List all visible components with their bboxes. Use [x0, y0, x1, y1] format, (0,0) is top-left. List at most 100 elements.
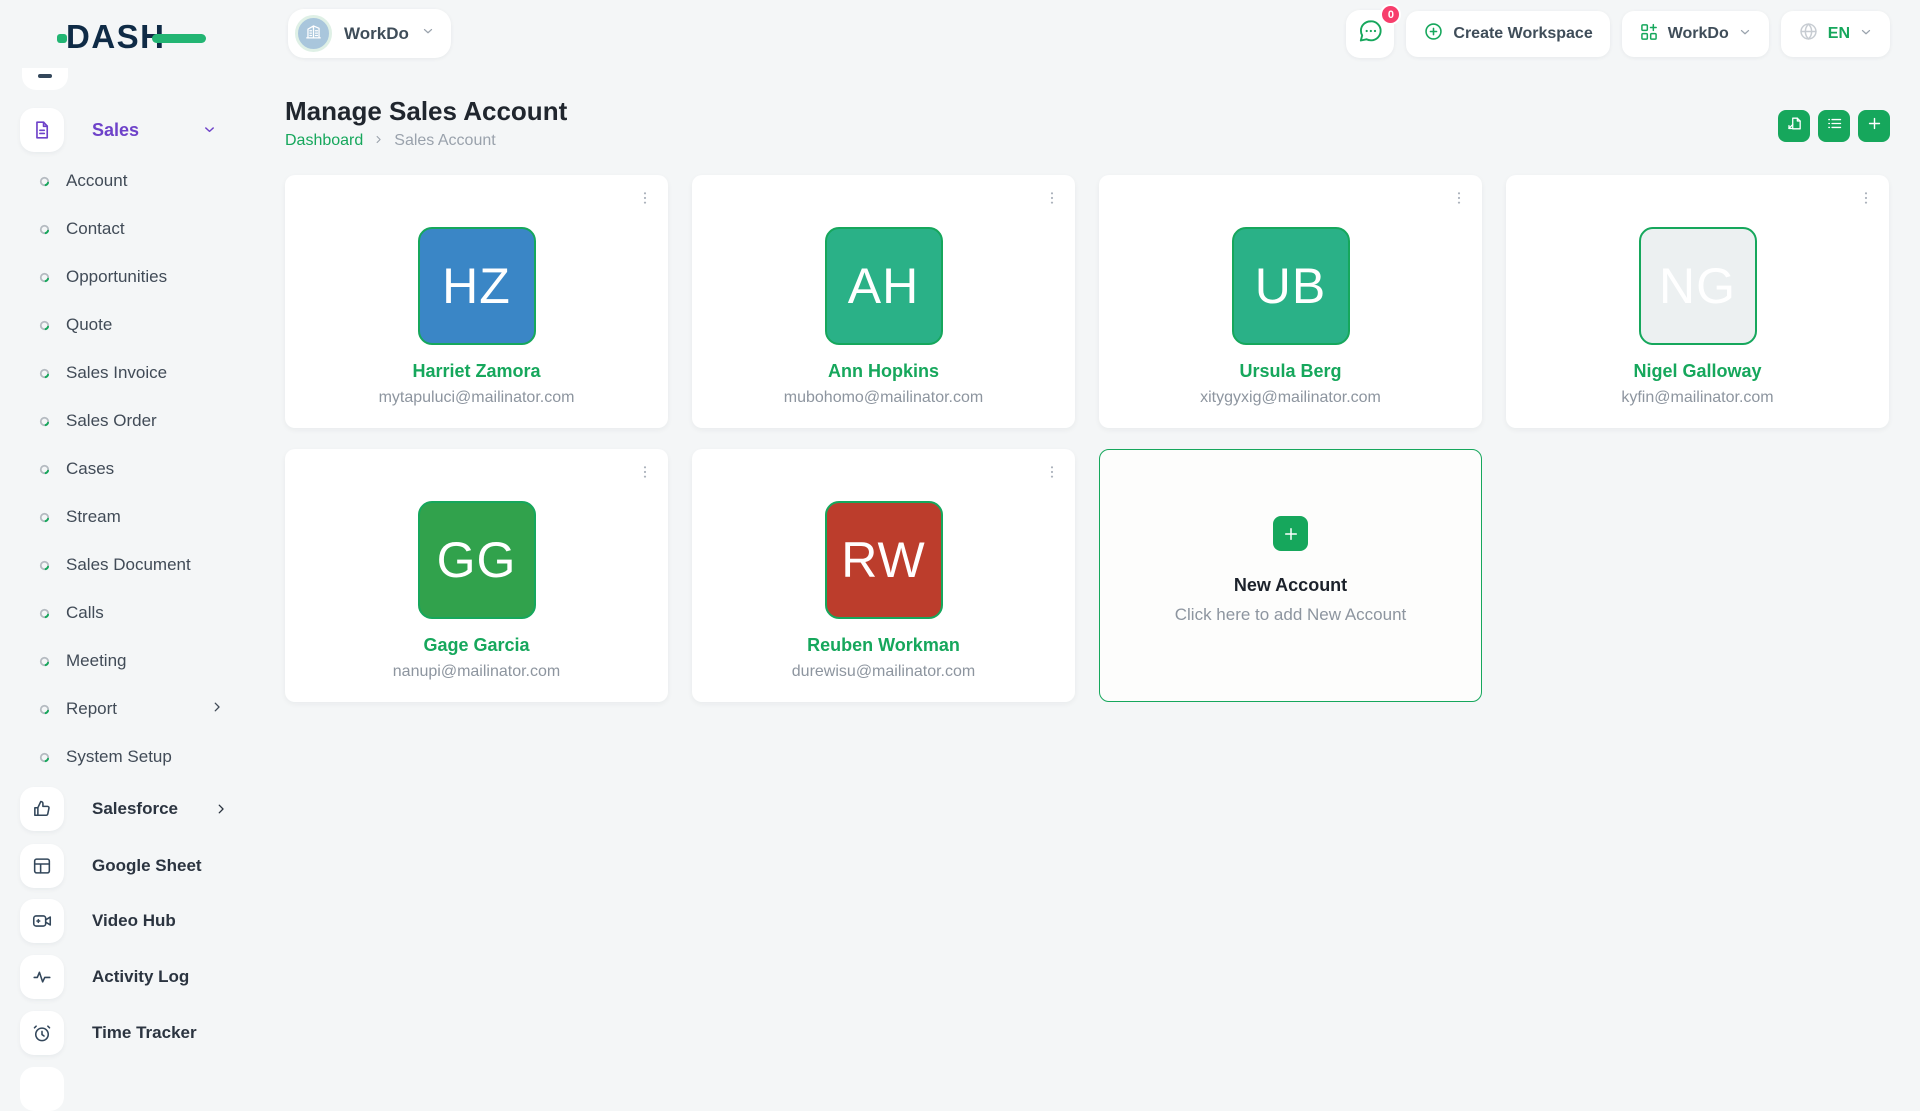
avatar: RW: [825, 501, 943, 619]
sidebar-item-partial: [20, 1067, 64, 1111]
sidebar-item-sales-invoice[interactable]: Sales Invoice: [0, 349, 270, 397]
bullet-icon: [39, 608, 50, 619]
chat-button[interactable]: 0: [1346, 10, 1394, 58]
chevron-right-icon: [214, 802, 228, 821]
chevron-down-icon: [202, 122, 217, 142]
account-name-link[interactable]: Reuben Workman: [692, 635, 1075, 656]
sidebar-item-label: Salesforce: [92, 799, 178, 819]
add-account-button[interactable]: [1858, 110, 1890, 142]
bullet-icon: [39, 416, 50, 427]
sidebar-item-sales[interactable]: Sales: [0, 108, 270, 152]
avatar-initials: HZ: [442, 257, 511, 315]
chevron-down-icon: [1859, 25, 1873, 44]
account-name-link[interactable]: Nigel Galloway: [1506, 361, 1889, 382]
card-menu-button[interactable]: [634, 186, 656, 215]
account-name-link[interactable]: Ann Hopkins: [692, 361, 1075, 382]
card-menu-button[interactable]: [1448, 186, 1470, 215]
app-logo[interactable]: DASH: [66, 18, 166, 56]
sidebar-item-stream[interactable]: Stream: [0, 493, 270, 541]
sidebar-item-system-setup[interactable]: System Setup: [0, 733, 270, 781]
avatar-initials: RW: [841, 531, 925, 589]
card-menu-button[interactable]: [1041, 460, 1063, 489]
create-workspace-button[interactable]: Create Workspace: [1406, 11, 1609, 57]
account-name-link[interactable]: Harriet Zamora: [285, 361, 668, 382]
sidebar-item-label: Time Tracker: [92, 1023, 197, 1043]
account-email: durewisu@mailinator.com: [692, 663, 1075, 681]
sidebar-item-quote[interactable]: Quote: [0, 301, 270, 349]
apps-grid-icon: [1639, 22, 1659, 47]
bullet-icon: [39, 272, 50, 283]
account-email: xitygyxig@mailinator.com: [1099, 389, 1482, 407]
sidebar-item-label: Sales Order: [66, 411, 157, 431]
sidebar: Sales Account Contact Opportunities Quot…: [0, 0, 270, 1080]
avatar-initials: GG: [437, 531, 517, 589]
account-email: mubohomo@mailinator.com: [692, 389, 1075, 407]
sidebar-item-sales-document[interactable]: Sales Document: [0, 541, 270, 589]
export-button[interactable]: [1778, 110, 1810, 142]
list-view-button[interactable]: [1818, 110, 1850, 142]
globe-icon: [1798, 21, 1819, 47]
sidebar-item-label: Calls: [66, 603, 104, 623]
sidebar-item-label: Sales Document: [66, 555, 191, 575]
sidebar-item-contact[interactable]: Contact: [0, 205, 270, 253]
sidebar-item-label: Account: [66, 171, 127, 191]
card-menu-button[interactable]: [634, 460, 656, 489]
bullet-icon: [39, 224, 50, 235]
thumbs-up-icon: [20, 787, 64, 831]
list-view-icon: [1826, 115, 1843, 137]
language-label: EN: [1828, 25, 1850, 43]
workspace-switcher[interactable]: WorkDo: [288, 9, 451, 58]
sidebar-item-calls[interactable]: Calls: [0, 589, 270, 637]
page-title: Manage Sales Account: [285, 96, 567, 127]
account-card: RW Reuben Workman durewisu@mailinator.co…: [692, 449, 1075, 702]
bullet-icon: [39, 704, 50, 715]
chevron-down-icon: [1738, 25, 1752, 44]
bullet-icon: [39, 368, 50, 379]
account-name-link[interactable]: Gage Garcia: [285, 635, 668, 656]
sidebar-item-label: Activity Log: [92, 967, 189, 987]
sidebar-item-cases[interactable]: Cases: [0, 445, 270, 493]
sidebar-item-google-sheet[interactable]: Google Sheet: [0, 844, 270, 888]
sidebar-item-label: Cases: [66, 459, 114, 479]
breadcrumb-dashboard-link[interactable]: Dashboard: [285, 132, 363, 150]
sidebar-item-label: Contact: [66, 219, 125, 239]
video-camera-icon: [20, 899, 64, 943]
card-menu-button[interactable]: [1855, 186, 1877, 215]
sidebar-item-video-hub[interactable]: Video Hub: [0, 899, 270, 943]
card-menu-button[interactable]: [1041, 186, 1063, 215]
hamburger-icon: [38, 74, 52, 78]
bullet-icon: [39, 176, 50, 187]
sidebar-item-label: Meeting: [66, 651, 126, 671]
sidebar-item-label: Sales Invoice: [66, 363, 167, 383]
document-icon: [20, 108, 64, 152]
sidebar-item-activity-log[interactable]: Activity Log: [0, 955, 270, 999]
new-account-card[interactable]: New Account Click here to add New Accoun…: [1099, 449, 1482, 702]
account-card: GG Gage Garcia nanupi@mailinator.com: [285, 449, 668, 702]
account-card: NG Nigel Galloway kyfin@mailinator.com: [1506, 175, 1889, 428]
sidebar-item-label: Quote: [66, 315, 112, 335]
bullet-icon: [39, 560, 50, 571]
sidebar-item-meeting[interactable]: Meeting: [0, 637, 270, 685]
avatar-initials: NG: [1659, 257, 1736, 315]
sidebar-item-account[interactable]: Account: [0, 157, 270, 205]
sidebar-item-time-tracker[interactable]: Time Tracker: [0, 1011, 270, 1055]
create-workspace-label: Create Workspace: [1453, 25, 1592, 43]
sidebar-item-report[interactable]: Report: [0, 685, 270, 733]
sidebar-item-label: System Setup: [66, 747, 172, 767]
sidebar-item-opportunities[interactable]: Opportunities: [0, 253, 270, 301]
activity-pulse-icon: [20, 955, 64, 999]
sidebar-item-salesforce[interactable]: Salesforce: [0, 787, 270, 831]
account-card: UB Ursula Berg xitygyxig@mailinator.com: [1099, 175, 1482, 428]
apps-menu-button[interactable]: WorkDo: [1622, 11, 1769, 57]
bullet-icon: [39, 752, 50, 763]
chat-bubble-icon: [1357, 18, 1384, 50]
bullet-icon: [39, 464, 50, 475]
sidebar-item-sales-order[interactable]: Sales Order: [0, 397, 270, 445]
plus-circle-icon: [1423, 21, 1444, 47]
account-name-link[interactable]: Ursula Berg: [1099, 361, 1482, 382]
plus-icon: [1273, 516, 1308, 551]
accounts-grid: HZ Harriet Zamora mytapuluci@mailinator.…: [285, 175, 1889, 702]
sidebar-item-label: Sales: [92, 120, 139, 141]
table-icon: [20, 844, 64, 888]
language-menu-button[interactable]: EN: [1781, 11, 1890, 57]
